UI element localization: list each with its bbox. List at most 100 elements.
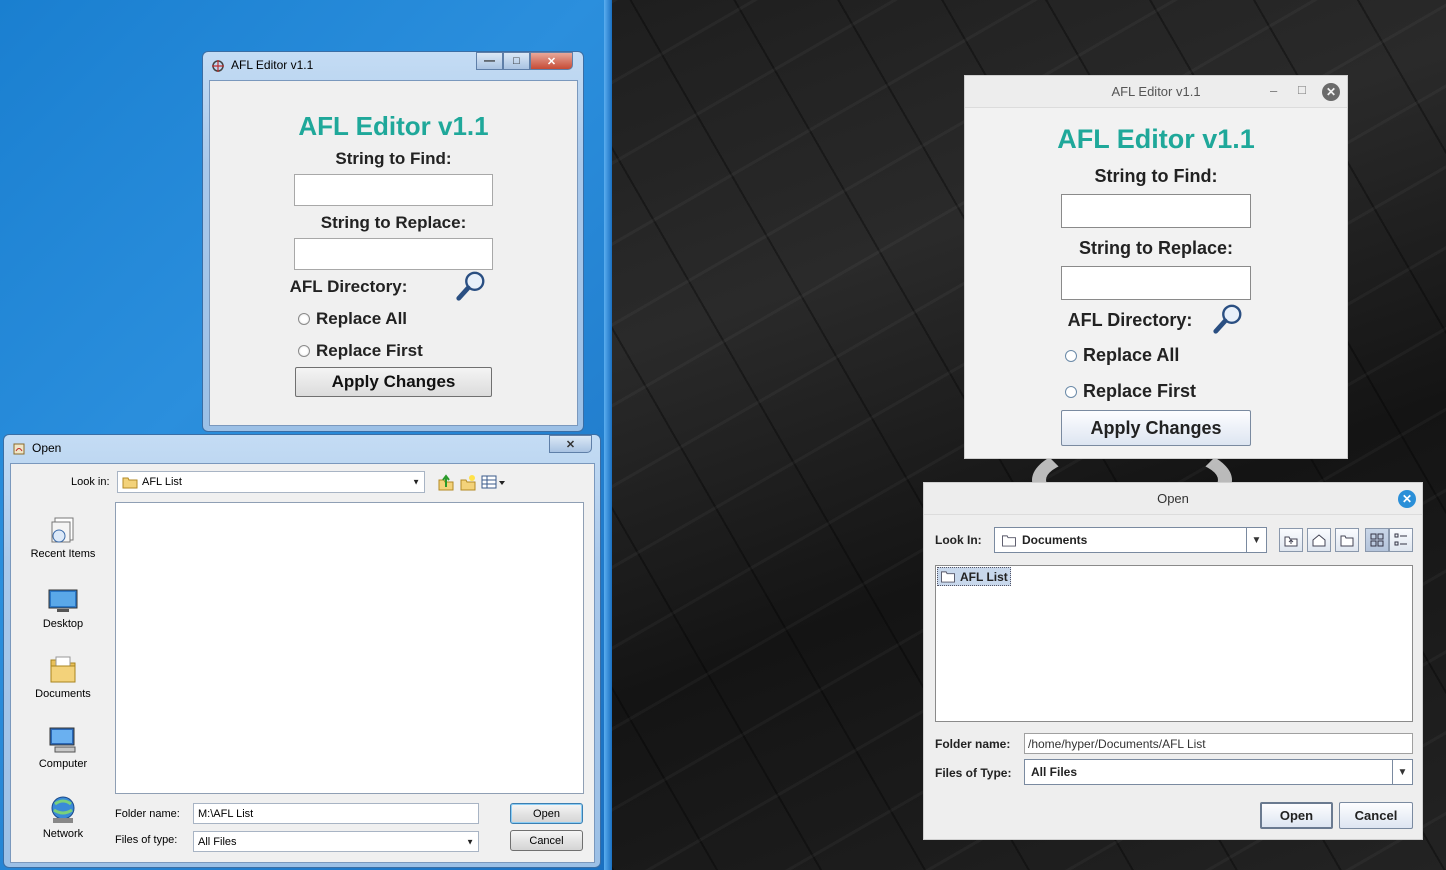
replace-all-radio[interactable] [298,313,310,325]
files-type-label: Files of Type: [935,766,1012,780]
replace-all-radio[interactable] [1065,349,1077,362]
look-in-label: Look In: [935,533,982,547]
files-type-dropdown[interactable]: All Files ▼ [1024,759,1413,785]
chevron-down-icon: ▼ [1246,528,1266,552]
home-button[interactable] [1307,528,1331,552]
open-dialog-win7: Open ✕ Look in: AFL List ▼ Recent Items … [3,434,601,868]
replace-all-option[interactable]: Replace All [1065,345,1179,366]
replace-first-label: Replace First [1083,381,1197,401]
up-one-level-button[interactable] [1279,528,1303,552]
browse-directory-icon[interactable] [454,269,488,303]
new-folder-button[interactable] [1335,528,1359,552]
afl-editor-window-linux: AFL Editor v1.1 – □ ✕ AFL Editor v1.1 St… [964,75,1348,459]
new-folder-icon [1340,535,1354,547]
places-desktop[interactable]: Desktop [21,584,105,630]
folder-name-input[interactable]: M:\AFL List [193,803,479,824]
chevron-down-icon: ▼ [412,477,420,487]
afl-editor-window-win7: AFL Editor v1.1 — □ ✕ AFL Editor v1.1 St… [202,51,584,432]
files-type-value: All Files [1031,765,1078,779]
list-item[interactable]: AFL List [937,567,1011,586]
folder-icon [941,571,955,583]
app-heading: AFL Editor v1.1 [1057,124,1255,154]
look-in-dropdown[interactable]: AFL List ▼ [117,471,425,493]
files-type-value: All Files [198,835,237,848]
new-folder-icon[interactable] [459,474,477,492]
close-button[interactable]: ✕ [549,435,592,453]
maximize-button[interactable]: □ [1298,82,1306,97]
replace-input[interactable] [294,238,493,270]
dialog-title: Open [32,441,62,455]
open-button[interactable]: Open [1260,802,1333,829]
cancel-button[interactable]: Cancel [1339,802,1413,829]
replace-first-radio[interactable] [298,345,310,357]
open-dialog-linux: Open ✕ Look In: Documents ▼ AFL List Fol… [923,482,1423,840]
replace-first-option[interactable]: Replace First [298,341,423,361]
computer-icon [49,727,76,753]
replace-all-label: Replace All [1083,345,1180,365]
grid-view-icon [1370,533,1384,547]
places-network[interactable]: Network [21,794,105,840]
close-button[interactable]: ✕ [1398,490,1416,508]
replace-label: String to Replace: [320,213,467,232]
minimize-button[interactable]: – [1270,83,1277,98]
places-documents[interactable]: Documents [21,654,105,700]
replace-input[interactable] [1061,266,1251,300]
file-name: AFL List [960,569,1008,584]
replace-first-option[interactable]: Replace First [1065,381,1196,402]
maximize-button[interactable]: □ [503,52,530,70]
apply-changes-button[interactable]: Apply Changes [1061,410,1251,446]
up-folder-icon[interactable] [437,474,455,492]
cancel-button[interactable]: Cancel [510,830,583,851]
home-icon [1312,534,1326,547]
replace-all-label: Replace All [316,309,408,328]
files-type-dropdown[interactable]: All Files ▼ [193,831,479,852]
find-input[interactable] [1061,194,1251,228]
view-menu-icon[interactable] [481,474,507,492]
close-button[interactable]: ✕ [1322,83,1340,101]
file-list[interactable] [115,502,584,794]
folder-icon [1002,534,1016,547]
places-computer[interactable]: Computer [21,724,105,770]
replace-first-label: Replace First [316,341,423,360]
java-app-icon [212,60,224,72]
window-client-area: AFL Editor v1.1 String to Find: String t… [209,80,578,426]
title-bar: Open ✕ [924,483,1422,515]
replace-all-option[interactable]: Replace All [298,309,407,329]
up-folder-icon [1284,536,1298,547]
close-button[interactable]: ✕ [530,52,573,70]
places-label: Recent Items [30,548,96,560]
open-button[interactable]: Open [510,803,583,824]
details-view-button[interactable] [1389,528,1413,552]
find-label: String to Find: [1094,166,1218,186]
look-in-value: AFL List [142,476,182,488]
desktop-icon [48,589,78,612]
network-icon [51,796,75,823]
look-in-value: Documents [1022,533,1088,547]
folder-icon [122,477,138,489]
find-input[interactable] [294,174,493,206]
folder-name-input[interactable]: /home/hyper/Documents/AFL List [1024,733,1413,754]
file-list[interactable]: AFL List [935,565,1413,722]
look-in-dropdown[interactable]: Documents ▼ [994,527,1267,553]
find-label: String to Find: [335,149,452,168]
browse-directory-icon[interactable] [1211,302,1245,336]
documents-icon [50,656,76,683]
places-label: Desktop [42,618,84,630]
dialog-title: Open [1157,491,1189,506]
apply-changes-button[interactable]: Apply Changes [295,367,492,397]
places-label: Network [42,828,84,840]
replace-first-radio[interactable] [1065,385,1077,398]
dialog-client-area: Look in: AFL List ▼ Recent Items Desktop… [10,463,595,863]
look-in-label: Look in: [71,476,110,488]
files-type-label: Files of type: [115,834,178,846]
title-bar: AFL Editor v1.1 – □ ✕ [965,76,1347,108]
places-recent-items[interactable]: Recent Items [21,514,105,560]
places-label: Documents [35,688,91,700]
list-view-button[interactable] [1365,528,1389,552]
minimize-button[interactable]: — [476,52,503,70]
details-view-icon [1394,533,1407,546]
folder-name-label: Folder name: [935,737,1011,751]
chevron-down-icon: ▼ [1392,760,1412,784]
app-heading: AFL Editor v1.1 [298,111,489,141]
directory-label: AFL Directory: [1067,310,1193,330]
